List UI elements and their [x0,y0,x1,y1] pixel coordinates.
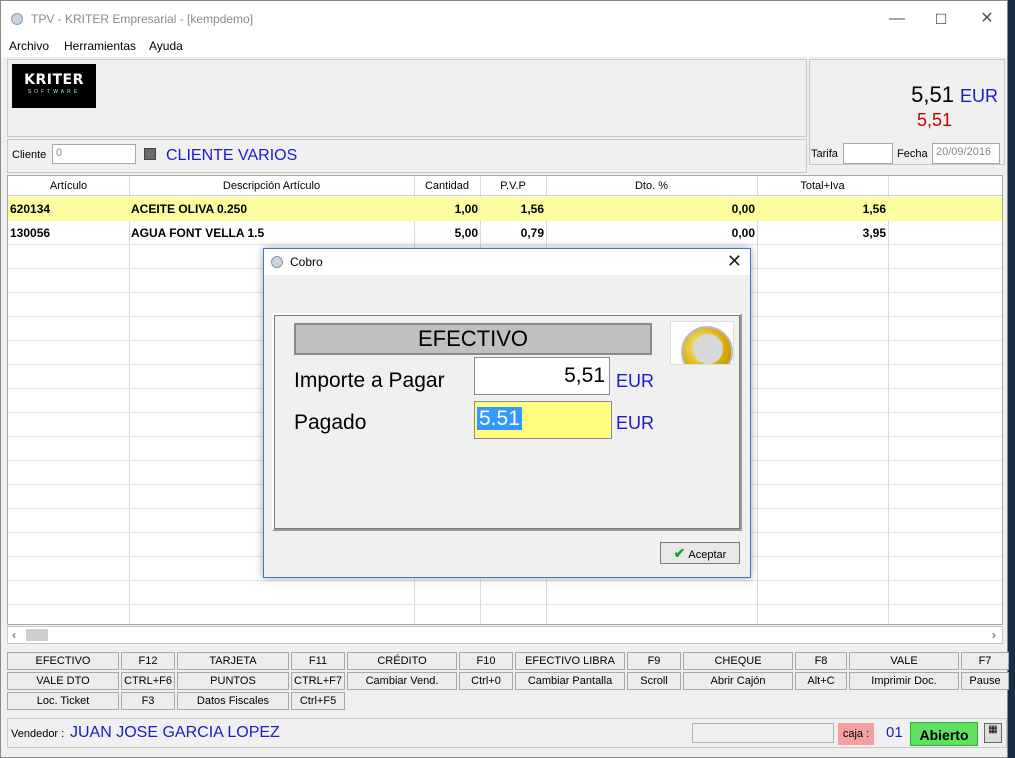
ctrl-f5-key: Ctrl+F5 [291,692,345,710]
loc-ticket-button[interactable]: Loc. Ticket [7,692,119,710]
client-name: CLIENTE VARIOS [166,147,298,164]
pagado-label: Pagado [294,411,367,434]
puntos-button[interactable]: PUNTOS [177,672,289,690]
pause-key: Pause [961,672,1009,690]
dialog-title: Cobro [290,255,323,269]
vale-dto-button[interactable]: VALE DTO [7,672,119,690]
total-amount: 5,51 EUR [911,82,998,107]
close-button[interactable]: ✕ [975,9,999,29]
scroll-thumb[interactable] [26,629,48,641]
pagado-input[interactable]: 5.51 [474,401,612,439]
cobro-dialog: Cobro ✕ EFECTIVO Importe a Pagar 5,51 EU… [263,248,751,578]
calculator-icon[interactable]: ▦ [984,723,1002,743]
table-row[interactable]: 130056 AGUA FONT VELLA 1.5 5,00 0,79 0,0… [8,221,1002,245]
tarifa-input[interactable] [843,143,893,164]
table-row[interactable]: 620134 ACEITE OLIVA 0.250 1,00 1,56 0,00… [8,197,1002,221]
checkbox-icon[interactable] [144,148,156,160]
f11-key: F11 [291,652,345,670]
col-total[interactable]: Total+Iva [757,180,888,192]
tarifa-label: Tarifa [811,148,838,160]
status-bar: Vendedor : JUAN JOSE GARCIA LOPEZ caja :… [7,718,1007,748]
header-panel: KRITER SOFTWARE [7,59,807,137]
title-bar: TPV - KRITER Empresarial - [kempdemo] — … [1,1,1007,35]
f8-key: F8 [795,652,847,670]
app-icon [271,256,283,268]
col-dto[interactable]: Dto. % [546,180,757,192]
importe-currency: EUR [616,371,655,391]
horizontal-scrollbar[interactable]: ‹ › [7,626,1003,644]
payment-method-header: EFECTIVO [294,323,652,355]
scroll-key: Scroll [627,672,681,690]
dialog-title-bar: Cobro ✕ [264,249,750,275]
f9-key: F9 [627,652,681,670]
euro-coin-icon [670,321,734,365]
status-field [692,723,834,743]
client-label: Cliente [12,149,47,161]
app-icon [11,13,23,25]
pagado-currency: EUR [616,413,655,433]
scroll-right-icon[interactable]: › [992,628,996,642]
datos-fiscales-button[interactable]: Datos Fiscales [177,692,289,710]
efectivo-button[interactable]: EFECTIVO [7,652,119,670]
f3-key: F3 [121,692,175,710]
cambiar-pantalla-button[interactable]: Cambiar Pantalla [515,672,625,690]
efectivo-libra-button[interactable]: EFECTIVO LIBRA [515,652,625,670]
tarjeta-button[interactable]: TARJETA [177,652,289,670]
maximize-button[interactable]: ☐ [929,9,953,29]
fecha-label: Fecha [897,148,928,160]
credito-button[interactable]: CRÉDITO [347,652,457,670]
aceptar-button[interactable]: ✔ Aceptar [660,542,740,564]
ctrl-f6-key: CTRL+F6 [121,672,175,690]
fecha-input[interactable]: 20/09/2016 [932,143,1000,164]
cheque-button[interactable]: CHEQUE [683,652,793,670]
f7-key: F7 [961,652,1009,670]
dialog-close-button[interactable]: ✕ [727,251,742,272]
window-title: TPV - KRITER Empresarial - [kempdemo] [31,12,254,26]
col-pvp[interactable]: P.V.P [480,180,546,192]
total-currency: EUR [959,86,998,106]
function-keys: EFECTIVO F12 TARJETA F11 CRÉDITO F10 EFE… [7,652,1009,712]
cambiar-vend-button[interactable]: Cambiar Vend. [347,672,457,690]
caja-label: caja : [838,723,874,745]
checkmark-icon: ✔ [673,545,686,561]
abrir-cajon-button[interactable]: Abrir Cajón [683,672,793,690]
status-badge: Abierto [910,722,978,746]
col-cantidad[interactable]: Cantidad [414,180,480,192]
payment-panel: EFECTIVO Importe a Pagar 5,51 EUR Pagado… [272,313,742,531]
ctrl-0-key: Ctrl+0 [459,672,513,690]
vale-button[interactable]: VALE [849,652,959,670]
vendedor-label: Vendedor : [11,728,65,740]
ctrl-f7-key: CTRL+F7 [291,672,345,690]
client-row: Cliente 0 CLIENTE VARIOS [7,139,807,173]
f10-key: F10 [459,652,513,670]
menu-herramientas[interactable]: Herramientas [64,39,136,53]
importe-field: 5,51 [474,357,610,395]
kriter-logo: KRITER SOFTWARE [12,64,96,108]
minimize-button[interactable]: — [885,9,909,29]
col-articulo[interactable]: Artículo [8,180,129,192]
scroll-left-icon[interactable]: ‹ [12,628,16,642]
f12-key: F12 [121,652,175,670]
caja-number: 01 [886,724,903,741]
imprimir-doc-button[interactable]: Imprimir Doc. [849,672,959,690]
alt-c-key: Alt+C [795,672,847,690]
menu-bar: Archivo Herramientas Ayuda [1,35,1007,57]
menu-archivo[interactable]: Archivo [9,39,49,53]
grid-header: Artículo Descripción Artículo Cantidad P… [8,176,1002,196]
total-secondary: 5,51 [916,110,952,130]
col-descripcion[interactable]: Descripción Artículo [129,180,414,192]
vendedor-name: JUAN JOSE GARCIA LOPEZ [70,724,280,741]
client-code-input[interactable]: 0 [52,144,136,164]
importe-label: Importe a Pagar [294,369,445,392]
menu-ayuda[interactable]: Ayuda [149,39,183,53]
